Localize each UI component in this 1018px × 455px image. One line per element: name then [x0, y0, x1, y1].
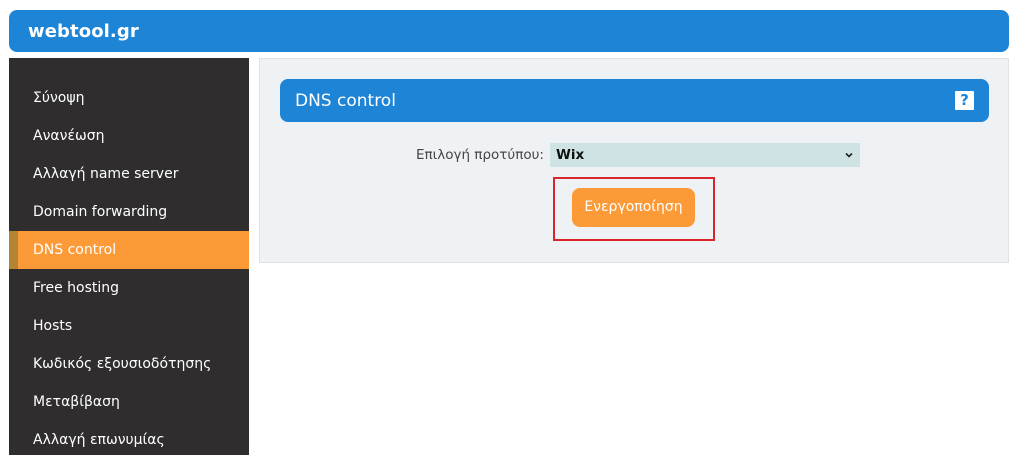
- sidebar-item-change-name-server[interactable]: Αλλαγή name server: [9, 155, 249, 193]
- brand-logo-text[interactable]: webtool.gr: [28, 21, 139, 42]
- sidebar-item-dns-control[interactable]: DNS control: [9, 231, 249, 269]
- sidebar: Σύνοψη Ανανέωση Αλλαγή name server Domai…: [9, 58, 249, 455]
- sidebar-menu: Σύνοψη Ανανέωση Αλλαγή name server Domai…: [9, 58, 249, 455]
- question-mark-icon[interactable]: ?: [955, 91, 974, 110]
- template-row: Επιλογή προτύπου: Wix: [416, 143, 860, 167]
- sidebar-item-renewal[interactable]: Ανανέωση: [9, 117, 249, 155]
- panel-header: DNS control ?: [280, 79, 989, 122]
- panel-title: DNS control: [295, 90, 396, 111]
- activate-button[interactable]: Ενεργοποίηση: [572, 188, 695, 227]
- sidebar-item-domain-forwarding[interactable]: Domain forwarding: [9, 193, 249, 231]
- sidebar-item-auth-code[interactable]: Κωδικός εξουσιοδότησης: [9, 345, 249, 383]
- sidebar-item-change-name[interactable]: Αλλαγή επωνυμίας: [9, 421, 249, 455]
- sidebar-item-transfer[interactable]: Μεταβίβαση: [9, 383, 249, 421]
- dns-control-panel: DNS control ? Επιλογή προτύπου: Wix Ενερ…: [259, 58, 1009, 263]
- sidebar-item-hosts[interactable]: Hosts: [9, 307, 249, 345]
- template-label: Επιλογή προτύπου:: [416, 147, 544, 163]
- sidebar-item-free-hosting[interactable]: Free hosting: [9, 269, 249, 307]
- template-select[interactable]: Wix: [549, 143, 860, 167]
- chevron-down-icon: [845, 152, 853, 158]
- sidebar-item-overview[interactable]: Σύνοψη: [9, 79, 249, 117]
- top-header-bar: webtool.gr: [9, 10, 1009, 52]
- template-selected-value: Wix: [555, 147, 585, 163]
